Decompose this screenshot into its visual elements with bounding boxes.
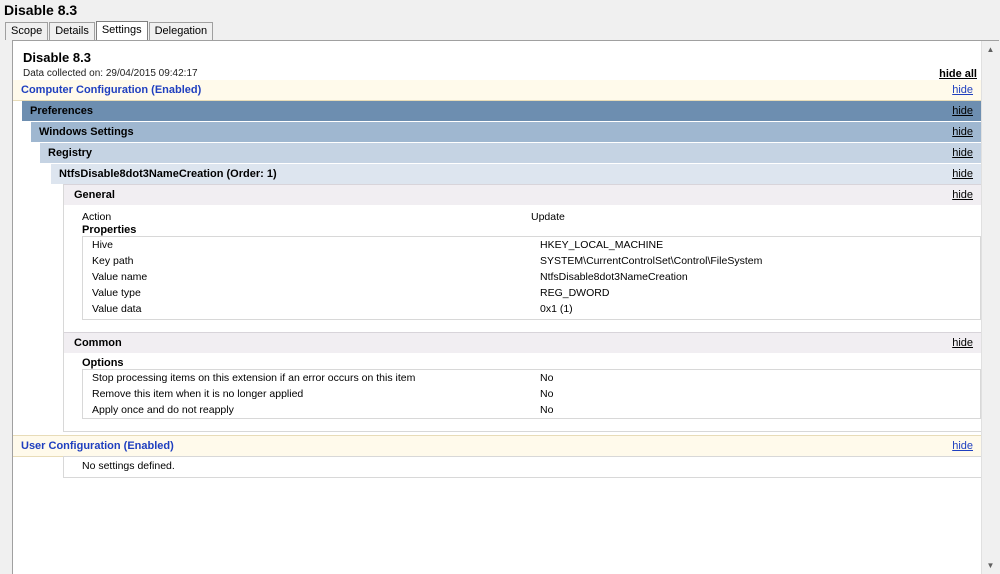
preferences-header[interactable]: Preferences hide — [22, 101, 981, 121]
action-value: Update — [531, 211, 565, 223]
hide-link[interactable]: hide — [952, 436, 973, 456]
property-value: NtfsDisable8dot3NameCreation — [540, 271, 688, 283]
option-name: Stop processing items on this extension … — [92, 372, 416, 384]
property-value: 0x1 (1) — [540, 303, 573, 315]
tab-scope[interactable]: Scope — [5, 22, 49, 40]
option-name: Apply once and do not reapply — [92, 404, 234, 416]
hide-link[interactable]: hide — [952, 333, 973, 353]
windows-settings-label: Windows Settings — [39, 126, 134, 138]
hide-link[interactable]: hide — [952, 185, 973, 205]
property-name: Hive — [92, 239, 114, 251]
hide-link[interactable]: hide — [952, 164, 973, 184]
hide-link[interactable]: hide — [952, 101, 973, 121]
property-value: SYSTEM\CurrentControlSet\Control\FileSys… — [540, 255, 763, 267]
registry-label: Registry — [48, 147, 93, 159]
general-header[interactable]: General hide — [64, 184, 981, 205]
tab-details[interactable]: Details — [49, 22, 95, 40]
no-settings-text: No settings defined. — [82, 460, 175, 472]
report-title: Disable 8.3 — [23, 50, 91, 65]
property-value: REG_DWORD — [540, 287, 610, 299]
option-value: No — [540, 372, 554, 384]
property-name: Value data — [92, 303, 142, 315]
hide-link[interactable]: hide — [952, 143, 973, 163]
registry-item-label: NtfsDisable8dot3NameCreation (Order: 1) — [59, 168, 277, 180]
option-value: No — [540, 388, 554, 400]
option-value: No — [540, 404, 554, 416]
window-title: Disable 8.3 — [4, 2, 78, 18]
registry-item-header[interactable]: NtfsDisable8dot3NameCreation (Order: 1) … — [51, 164, 981, 184]
settings-panel: Disable 8.3 Data collected on: 29/04/201… — [12, 40, 999, 574]
properties-heading: Properties — [82, 224, 137, 236]
registry-header[interactable]: Registry hide — [40, 143, 981, 163]
tab-strip: Scope Details Settings Delegation — [5, 21, 214, 41]
preferences-label: Preferences — [30, 105, 93, 117]
properties-table — [82, 236, 981, 320]
common-label: Common — [74, 337, 122, 349]
windows-settings-header[interactable]: Windows Settings hide — [31, 122, 981, 142]
hide-all-link[interactable]: hide all — [939, 68, 977, 80]
vertical-scrollbar[interactable]: ▲ ▼ — [981, 41, 999, 574]
property-name: Value name — [92, 271, 148, 283]
hide-link[interactable]: hide — [952, 122, 973, 142]
option-name: Remove this item when it is no longer ap… — [92, 388, 304, 400]
scroll-down-arrow-icon[interactable]: ▼ — [982, 557, 999, 574]
general-label: General — [74, 189, 115, 201]
user-configuration-header[interactable]: User Configuration (Enabled) hide — [13, 435, 981, 457]
data-collected-text: Data collected on: 29/04/2015 09:42:17 — [23, 68, 198, 79]
property-value: HKEY_LOCAL_MACHINE — [540, 239, 664, 251]
scroll-up-arrow-icon[interactable]: ▲ — [982, 41, 999, 58]
no-settings-box — [63, 456, 982, 478]
hide-link[interactable]: hide — [952, 80, 973, 100]
tab-settings[interactable]: Settings — [95, 21, 148, 41]
report-header: Disable 8.3 Data collected on: 29/04/201… — [23, 50, 198, 79]
computer-configuration-header[interactable]: Computer Configuration (Enabled) hide — [13, 80, 981, 101]
property-name: Key path — [92, 255, 134, 267]
computer-configuration-label: Computer Configuration (Enabled) — [21, 84, 202, 96]
common-header[interactable]: Common hide — [64, 332, 981, 353]
tab-delegation[interactable]: Delegation — [148, 22, 214, 40]
options-heading: Options — [82, 357, 124, 369]
action-label: Action — [82, 211, 112, 223]
user-configuration-label: User Configuration (Enabled) — [21, 440, 174, 452]
property-name: Value type — [92, 287, 141, 299]
